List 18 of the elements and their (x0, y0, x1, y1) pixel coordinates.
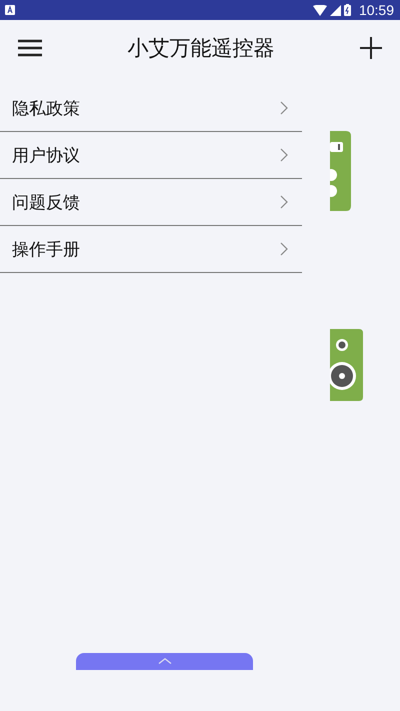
menu-item[interactable]: 用户协议 (0, 132, 302, 179)
chevron-right-icon (280, 242, 288, 256)
chevron-right-icon (280, 148, 288, 162)
menu-icon[interactable] (18, 38, 42, 56)
menu-item[interactable]: 隐私政策 (0, 85, 302, 132)
app-title: 小艾万能遥控器 (126, 34, 276, 62)
speaker-drawing (330, 329, 363, 401)
add-icon[interactable] (360, 36, 382, 58)
menu-item[interactable]: 操作手册 (0, 226, 302, 273)
status-time: 10:59 (358, 2, 394, 18)
signal-icon (330, 4, 341, 16)
battery-icon (344, 4, 351, 16)
caret-up-icon (158, 658, 172, 664)
menu-item[interactable]: 问题反馈 (0, 179, 302, 226)
chevron-right-icon (280, 101, 288, 115)
chevron-right-icon (280, 195, 288, 209)
wifi-icon (312, 4, 327, 16)
notification-icon (5, 5, 15, 15)
